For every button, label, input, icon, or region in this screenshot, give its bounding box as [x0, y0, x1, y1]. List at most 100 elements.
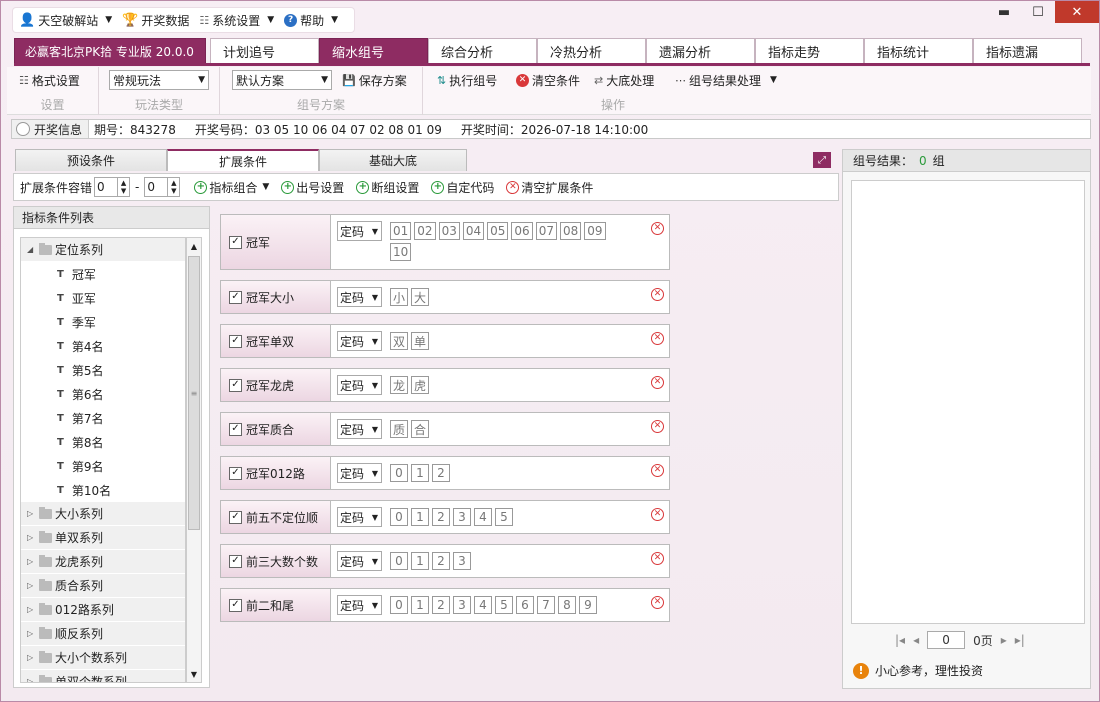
maximize-button[interactable]: ☐ [1021, 1, 1055, 23]
output-settings-button[interactable]: + 出号设置 [281, 179, 344, 196]
condition-checkbox[interactable]: ✓ [229, 334, 242, 348]
save-scheme-button[interactable]: 💾 保存方案 [342, 72, 407, 89]
tree-leaf-node[interactable]: T 第4名 [21, 334, 185, 358]
scroll-up-icon[interactable]: ▲ [187, 238, 201, 254]
code-chip[interactable]: 大 [411, 288, 430, 306]
close-button[interactable]: ✕ [1055, 1, 1099, 23]
remove-condition-icon[interactable]: ✕ [651, 508, 664, 521]
code-chip[interactable]: 01 [390, 222, 412, 240]
tree-group-node[interactable]: ▷ 单双个数系列 [21, 670, 185, 682]
code-chip[interactable]: 04 [462, 222, 485, 240]
stepper-arrows-icon[interactable]: ▲ ▼ [117, 178, 129, 196]
big-filter-button[interactable]: ⇄ 大底处理 [594, 72, 654, 89]
code-chip[interactable]: 10 [390, 243, 412, 261]
tree-leaf-node[interactable]: T 冠军 [21, 262, 185, 286]
expanded-triangle-icon[interactable]: ◢ [27, 245, 39, 254]
collapsed-triangle-icon[interactable]: ▷ [27, 677, 39, 682]
code-chip[interactable]: 9 [579, 596, 597, 614]
menu-item-settings[interactable]: ☷ 系统设置 ▼ [199, 12, 274, 29]
tree-leaf-node[interactable]: T 第8名 [21, 430, 185, 454]
remove-condition-icon[interactable]: ✕ [651, 596, 664, 609]
collapsed-triangle-icon[interactable]: ▷ [27, 557, 39, 566]
code-chip[interactable]: 0 [390, 596, 408, 614]
code-chip[interactable]: 虎 [411, 376, 430, 394]
code-chip[interactable]: 05 [487, 222, 509, 240]
result-process-button[interactable]: ⋯ 组号结果处理 ▼ [675, 72, 777, 89]
condition-mode-select[interactable]: 定码 ▼ [337, 287, 382, 307]
code-chip[interactable]: 0 [390, 508, 408, 526]
first-page-icon[interactable]: |◂ [895, 633, 905, 647]
code-chip[interactable]: 08 [559, 222, 582, 240]
condition-checkbox[interactable]: ✓ [229, 466, 242, 480]
menu-item-lottery-data[interactable]: 🏆 开奖数据 [122, 12, 189, 29]
code-chip[interactable]: 6 [516, 596, 534, 614]
tab-base-pool[interactable]: 基础大底 [319, 149, 467, 171]
code-chip[interactable]: 2 [432, 596, 450, 614]
tree-group-node[interactable]: ▷ 顺反系列 [21, 622, 185, 646]
condition-mode-select[interactable]: 定码 ▼ [337, 463, 382, 483]
next-page-icon[interactable]: ▸ [1001, 633, 1007, 647]
expand-icon[interactable]: ⤢ [813, 152, 831, 168]
code-chip[interactable]: 8 [558, 596, 576, 614]
tolerance-to-stepper[interactable]: 0 ▲ ▼ [144, 177, 181, 197]
tab-hot-cold[interactable]: 冷热分析 [537, 38, 646, 64]
condition-checkbox[interactable]: ✓ [229, 290, 242, 304]
code-chip[interactable]: 单 [411, 332, 430, 350]
tree-leaf-node[interactable]: T 第5名 [21, 358, 185, 382]
menu-item-help[interactable]: ? 帮助 ▼ [284, 12, 338, 29]
prev-page-icon[interactable]: ◂ [913, 633, 919, 647]
tree-group-node[interactable]: ◢ 定位系列 [21, 238, 185, 262]
code-chip[interactable]: 1 [411, 464, 429, 482]
code-chip[interactable]: 合 [411, 420, 430, 438]
tree-group-node[interactable]: ▷ 大小系列 [21, 502, 185, 526]
tab-indicator-trend[interactable]: 指标走势 [755, 38, 864, 64]
code-chip[interactable]: 0 [390, 464, 408, 482]
code-chip[interactable]: 4 [474, 596, 492, 614]
custom-code-button[interactable]: + 自定代码 [431, 179, 494, 196]
tab-extended-conditions[interactable]: 扩展条件 [167, 149, 319, 171]
code-chip[interactable]: 1 [411, 552, 429, 570]
stepper-arrows-icon[interactable]: ▲ ▼ [167, 178, 179, 196]
menu-item-user[interactable]: 👤 天空破解站 ▼ [19, 12, 112, 29]
collapsed-triangle-icon[interactable]: ▷ [27, 629, 39, 638]
code-chip[interactable]: 龙 [390, 376, 409, 394]
remove-condition-icon[interactable]: ✕ [651, 288, 664, 301]
tree-group-node[interactable]: ▷ 单双系列 [21, 526, 185, 550]
tree-leaf-node[interactable]: T 第7名 [21, 406, 185, 430]
last-page-icon[interactable]: ▸| [1015, 633, 1025, 647]
scheme-select[interactable]: 默认方案 ▼ [232, 70, 332, 90]
indicator-combo-button[interactable]: + 指标组合 ▼ [194, 179, 269, 196]
code-chip[interactable]: 双 [390, 332, 409, 350]
condition-mode-select[interactable]: 定码 ▼ [337, 375, 382, 395]
tab-comprehensive[interactable]: 综合分析 [428, 38, 537, 64]
code-chip[interactable]: 2 [432, 508, 450, 526]
scroll-down-icon[interactable]: ▼ [187, 666, 201, 682]
remove-condition-icon[interactable]: ✕ [651, 464, 664, 477]
play-type-select[interactable]: 常规玩法 ▼ [109, 70, 209, 90]
collapsed-triangle-icon[interactable]: ▷ [27, 605, 39, 614]
tab-indicator-omission[interactable]: 指标遗漏 [973, 38, 1082, 64]
condition-mode-select[interactable]: 定码 ▼ [337, 507, 382, 527]
collapsed-triangle-icon[interactable]: ▷ [27, 581, 39, 590]
tab-indicator-stats[interactable]: 指标统计 [864, 38, 973, 64]
code-chip[interactable]: 2 [432, 552, 450, 570]
code-chip[interactable]: 4 [474, 508, 492, 526]
page-input[interactable]: 0 [927, 631, 966, 649]
code-chip[interactable]: 质 [390, 420, 409, 438]
condition-checkbox[interactable]: ✓ [229, 422, 242, 436]
minimize-button[interactable]: ▬ [987, 1, 1021, 23]
code-chip[interactable]: 小 [390, 288, 409, 306]
code-chip[interactable]: 3 [453, 508, 471, 526]
condition-checkbox[interactable]: ✓ [229, 554, 242, 568]
code-chip[interactable]: 09 [584, 222, 606, 240]
tree-scrollbar[interactable]: ▲ ≡ ▼ [186, 237, 202, 683]
collapsed-triangle-icon[interactable]: ▷ [27, 653, 39, 662]
remove-condition-icon[interactable]: ✕ [651, 222, 664, 235]
condition-mode-select[interactable]: 定码 ▼ [337, 221, 382, 241]
code-chip[interactable]: 7 [537, 596, 555, 614]
tree-group-node[interactable]: ▷ 质合系列 [21, 574, 185, 598]
condition-mode-select[interactable]: 定码 ▼ [337, 419, 382, 439]
execute-group-button[interactable]: ⇅ 执行组号 [437, 72, 497, 89]
tolerance-from-stepper[interactable]: 0 ▲ ▼ [94, 177, 131, 197]
break-group-button[interactable]: + 断组设置 [356, 179, 419, 196]
